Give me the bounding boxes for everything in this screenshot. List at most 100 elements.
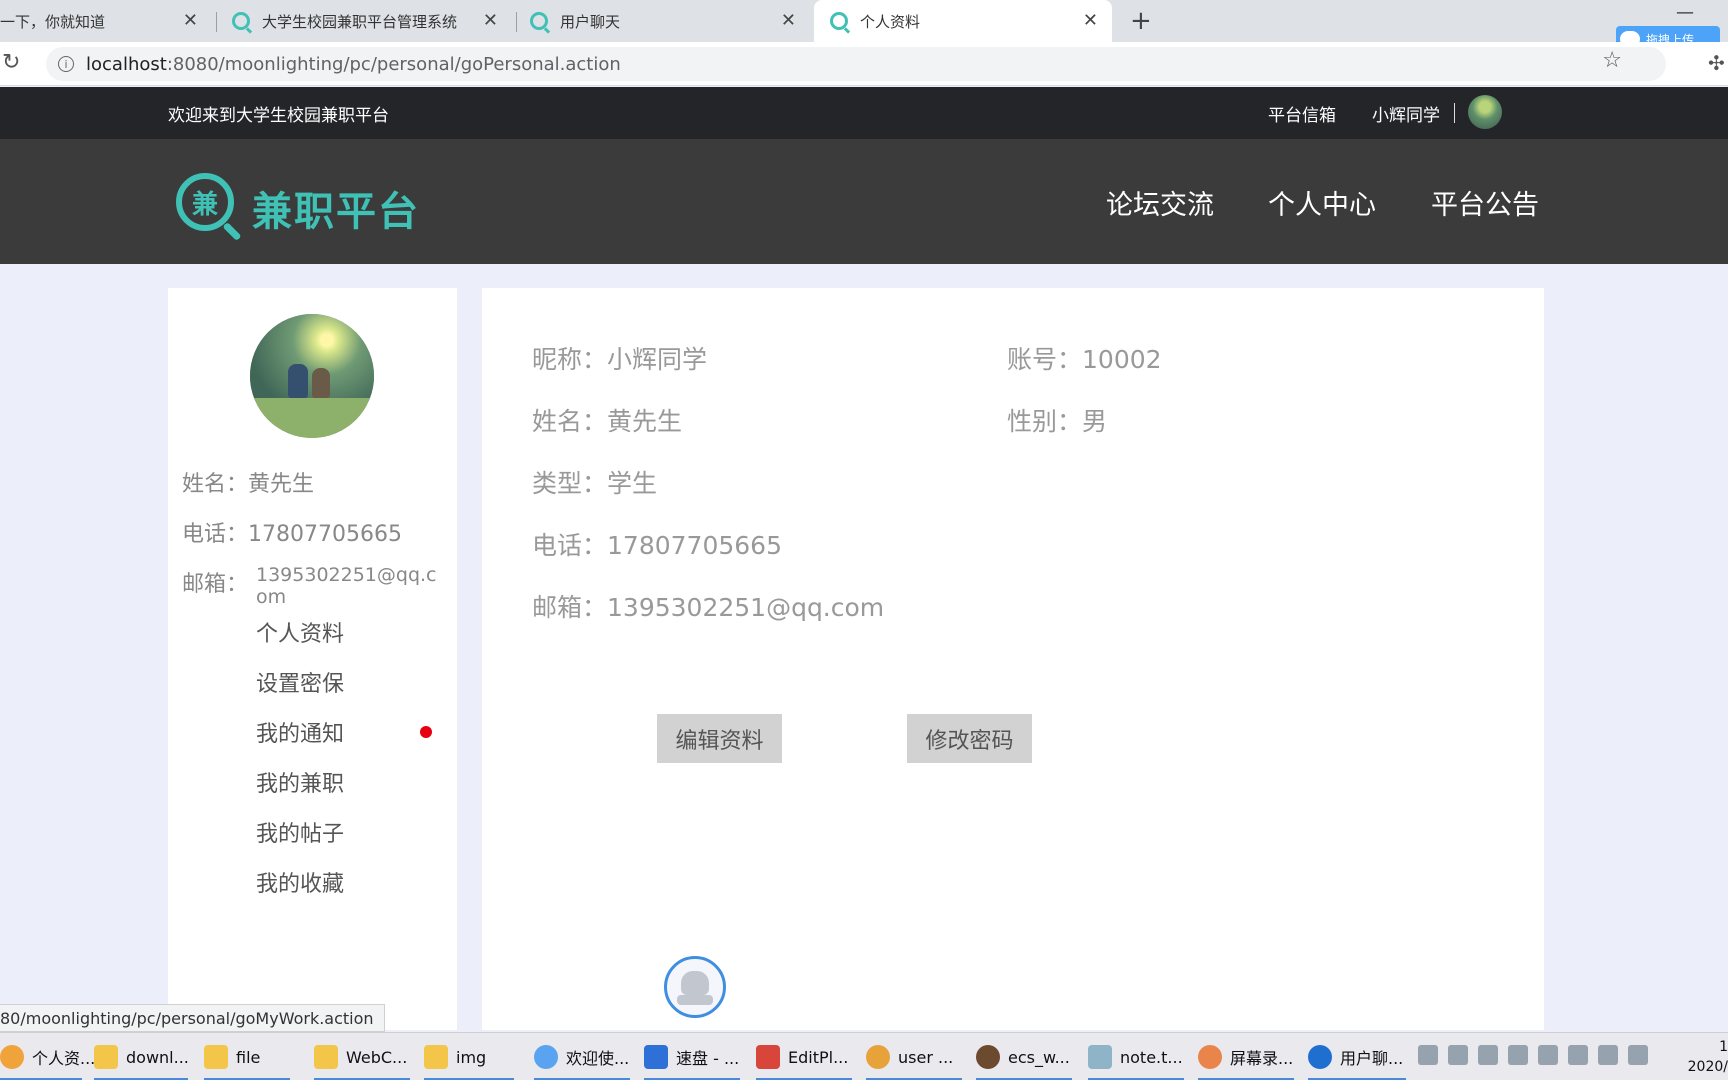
minimize-icon[interactable]: — [1676, 2, 1694, 23]
taskbar-item[interactable]: EditPl... [756, 1033, 852, 1080]
site-favicon-icon [530, 12, 548, 30]
change-password-button[interactable]: 修改密码 [907, 714, 1032, 763]
profile-card: 昵称：小辉同学 账号：10002 姓名：黄先生 性别：男 类型：学生 电话：17… [482, 288, 1544, 1030]
gender-value: 男 [1082, 407, 1108, 436]
folder-icon [314, 1045, 338, 1069]
battery-icon[interactable] [1508, 1045, 1528, 1065]
sidebar-name: 姓名：黄先生 [182, 472, 315, 497]
avatar [250, 314, 374, 438]
nav-announcements[interactable]: 平台公告 [1431, 183, 1539, 222]
shield-icon[interactable] [1478, 1045, 1498, 1065]
taskbar-item[interactable]: 欢迎使... [534, 1033, 630, 1080]
bookmark-star-icon[interactable]: ☆ [1602, 48, 1622, 73]
sidebar-email-value: 1395302251@qq.com [256, 564, 437, 608]
sidebar-item-my-posts[interactable]: 我的帖子 [256, 816, 344, 848]
taskbar-item[interactable]: 个人资... [0, 1033, 95, 1080]
speedpan-icon [644, 1045, 668, 1069]
msgbox-link[interactable]: 平台信箱 [1268, 101, 1336, 126]
logo-text[interactable]: 兼职平台 [252, 179, 420, 237]
taskbar-item-label: img [456, 1047, 487, 1067]
taskbar-item[interactable]: 屏幕录... [1198, 1033, 1294, 1080]
gender-label: 性别： [1007, 407, 1083, 436]
taskbar-item[interactable]: 速盘 - ... [644, 1033, 740, 1080]
taskbar-item[interactable]: note.t... [1088, 1033, 1184, 1080]
email-value: 1395302251@qq.com [607, 593, 885, 622]
taskbar-item[interactable]: ecs_w... [976, 1033, 1072, 1080]
volume-icon[interactable] [1538, 1045, 1558, 1065]
avatar[interactable] [1468, 95, 1502, 129]
taskbar-item[interactable]: 用户聊... [1308, 1033, 1406, 1080]
close-icon[interactable]: ✕ [483, 10, 498, 31]
edit-profile-button[interactable]: 编辑资料 [657, 714, 782, 763]
taskbar-item[interactable]: img [424, 1033, 514, 1080]
taskbar-item[interactable]: user ... [866, 1033, 962, 1080]
name-value: 黄先生 [607, 407, 683, 436]
tray-icon[interactable] [1448, 1045, 1468, 1065]
phone-label: 电话： [532, 531, 608, 560]
email-field: 邮箱：1395302251@qq.com [532, 588, 884, 624]
phone-field: 电话：17807705665 [532, 526, 782, 562]
sidebar-item-notifications[interactable]: 我的通知 [256, 716, 344, 748]
tab-separator [516, 12, 517, 32]
taskbar-item-label: ecs_w... [1008, 1047, 1070, 1067]
info-icon[interactable]: i [58, 56, 74, 72]
type-field: 类型：学生 [532, 464, 657, 500]
taskbar-item-label: note.t... [1120, 1047, 1183, 1067]
logo-char: 兼 [191, 189, 218, 220]
clock[interactable]: 1 2020/ [1680, 1037, 1728, 1077]
taskbar-item-label: 速盘 - ... [676, 1049, 740, 1068]
username-link[interactable]: 小辉同学 [1372, 101, 1440, 126]
system-tray [1418, 1045, 1648, 1065]
account-label: 账号： [1007, 345, 1083, 374]
taskbar-item-label: downl... [126, 1047, 189, 1067]
taskbar-item-label: WebC... [346, 1047, 408, 1067]
taskbar-item-label: user ... [898, 1047, 954, 1067]
sidebar-item-favorites[interactable]: 我的收藏 [256, 866, 344, 898]
url-host: localhost [86, 53, 167, 75]
type-value: 学生 [607, 469, 658, 498]
tray-icon[interactable] [1418, 1045, 1438, 1065]
nickname-field: 昵称：小辉同学 [532, 340, 707, 376]
taskbar-item[interactable]: WebC... [314, 1033, 410, 1080]
cloud-icon [534, 1045, 558, 1069]
logo-icon[interactable]: 兼 [176, 173, 234, 231]
new-tab-button[interactable]: + [1130, 6, 1152, 36]
sidebar-item-profile[interactable]: 个人资料 [256, 616, 344, 648]
notification-dot [420, 726, 432, 738]
taskbar-item-label: 用户聊... [1340, 1049, 1404, 1068]
sidebar-item-security[interactable]: 设置密保 [256, 666, 344, 698]
browser-tab[interactable]: 大学生校园兼职平台管理系统 ✕ [232, 0, 512, 42]
browser-tab[interactable]: 一下，你就知道 ✕ [0, 0, 212, 42]
avatar-ground [250, 398, 374, 438]
sidebar-card: 姓名：黄先生 电话：17807705665 邮箱： 1395302251@qq.… [168, 288, 457, 1030]
reload-icon[interactable]: ↻ [2, 50, 20, 75]
site-favicon-icon [830, 12, 848, 30]
chat-robot-icon[interactable] [664, 956, 726, 1018]
taskbar-item[interactable]: file [204, 1033, 290, 1080]
qq-icon[interactable] [1628, 1045, 1648, 1065]
site-topbar: 欢迎来到大学生校园兼职平台 平台信箱 小辉同学 [0, 87, 1728, 139]
browser-icon [0, 1045, 24, 1069]
close-icon[interactable]: ✕ [781, 10, 796, 31]
browser-tab-active[interactable]: 个人资料 ✕ [814, 0, 1112, 42]
ime-icon[interactable] [1598, 1045, 1618, 1065]
address-bar[interactable]: i localhost :8080/moonlighting/pc/person… [46, 47, 1666, 81]
taskbar-item[interactable]: downl... [94, 1033, 189, 1080]
tab-separator [216, 12, 217, 32]
site-favicon-icon [232, 12, 250, 30]
wifi-icon[interactable] [1568, 1045, 1588, 1065]
close-icon[interactable]: ✕ [183, 10, 198, 31]
nav-forum[interactable]: 论坛交流 [1106, 183, 1214, 222]
extensions-puzzle-icon[interactable]: ✣ [1708, 51, 1725, 75]
taskbar: 个人资... downl... file WebC... img 欢迎使... … [0, 1032, 1728, 1080]
app-icon [866, 1045, 890, 1069]
sidebar-email-label: 邮箱： [182, 572, 249, 597]
browser-tab[interactable]: 用户聊天 ✕ [530, 0, 810, 42]
nav-personal-center[interactable]: 个人中心 [1268, 183, 1376, 222]
sidebar-item-my-jobs[interactable]: 我的兼职 [256, 766, 344, 798]
folder-icon [204, 1045, 228, 1069]
nickname-value: 小辉同学 [607, 345, 708, 374]
taskbar-item-label: 欢迎使... [566, 1049, 630, 1068]
avatar-figure [312, 368, 330, 398]
close-icon[interactable]: ✕ [1083, 10, 1098, 31]
